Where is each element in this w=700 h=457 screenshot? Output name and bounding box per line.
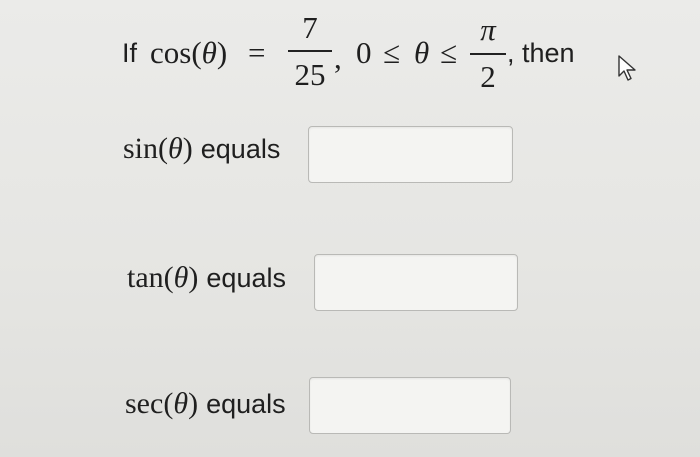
question-cos-expression: cos(θ) — [150, 37, 227, 68]
comma: , — [334, 40, 342, 75]
lower-bound: 0 — [356, 35, 372, 70]
leq-sign-2: ≤ — [440, 35, 458, 70]
sin-label: sin(θ) equals — [123, 132, 281, 165]
tan-label: tan(θ) equals — [127, 261, 286, 294]
tan-equals-word: equals — [206, 263, 286, 293]
open-paren: ( — [191, 35, 202, 70]
sec-answer-input[interactable] — [309, 377, 511, 434]
fraction-bar — [288, 50, 332, 52]
tan-answer-input[interactable] — [314, 254, 518, 311]
fraction-7-25: 7 25 — [288, 12, 332, 90]
fraction-pi: π — [480, 12, 496, 47]
equals-sign: = — [248, 35, 266, 70]
sin-theta: θ — [168, 132, 183, 165]
fraction-denominator: 25 — [294, 57, 326, 92]
close-paren: ) — [216, 35, 228, 70]
cos-func: cos — [150, 35, 192, 70]
question-prefix: If — [122, 38, 138, 68]
sec-equals-word: equals — [206, 389, 286, 419]
sec-theta: θ — [173, 387, 189, 420]
theta-symbol-2: θ — [414, 35, 430, 70]
fraction-numerator: 7 — [302, 10, 318, 45]
fraction-pi-2: π 2 — [470, 14, 506, 92]
fraction-2: 2 — [480, 59, 496, 94]
sec-label: sec(θ) equals — [125, 387, 286, 420]
sec-func: sec — [125, 387, 164, 420]
tan-theta: θ — [173, 261, 189, 294]
theta-symbol: θ — [201, 35, 217, 70]
sin-answer-input[interactable] — [308, 126, 513, 183]
fraction-bar-2 — [470, 53, 506, 55]
leq-sign-1: ≤ — [383, 35, 401, 70]
question-suffix: , then — [507, 38, 575, 68]
sin-func: sin — [123, 132, 159, 165]
mouse-pointer-icon — [618, 55, 636, 81]
sin-equals-word: equals — [200, 134, 281, 164]
tan-func: tan — [127, 261, 164, 294]
